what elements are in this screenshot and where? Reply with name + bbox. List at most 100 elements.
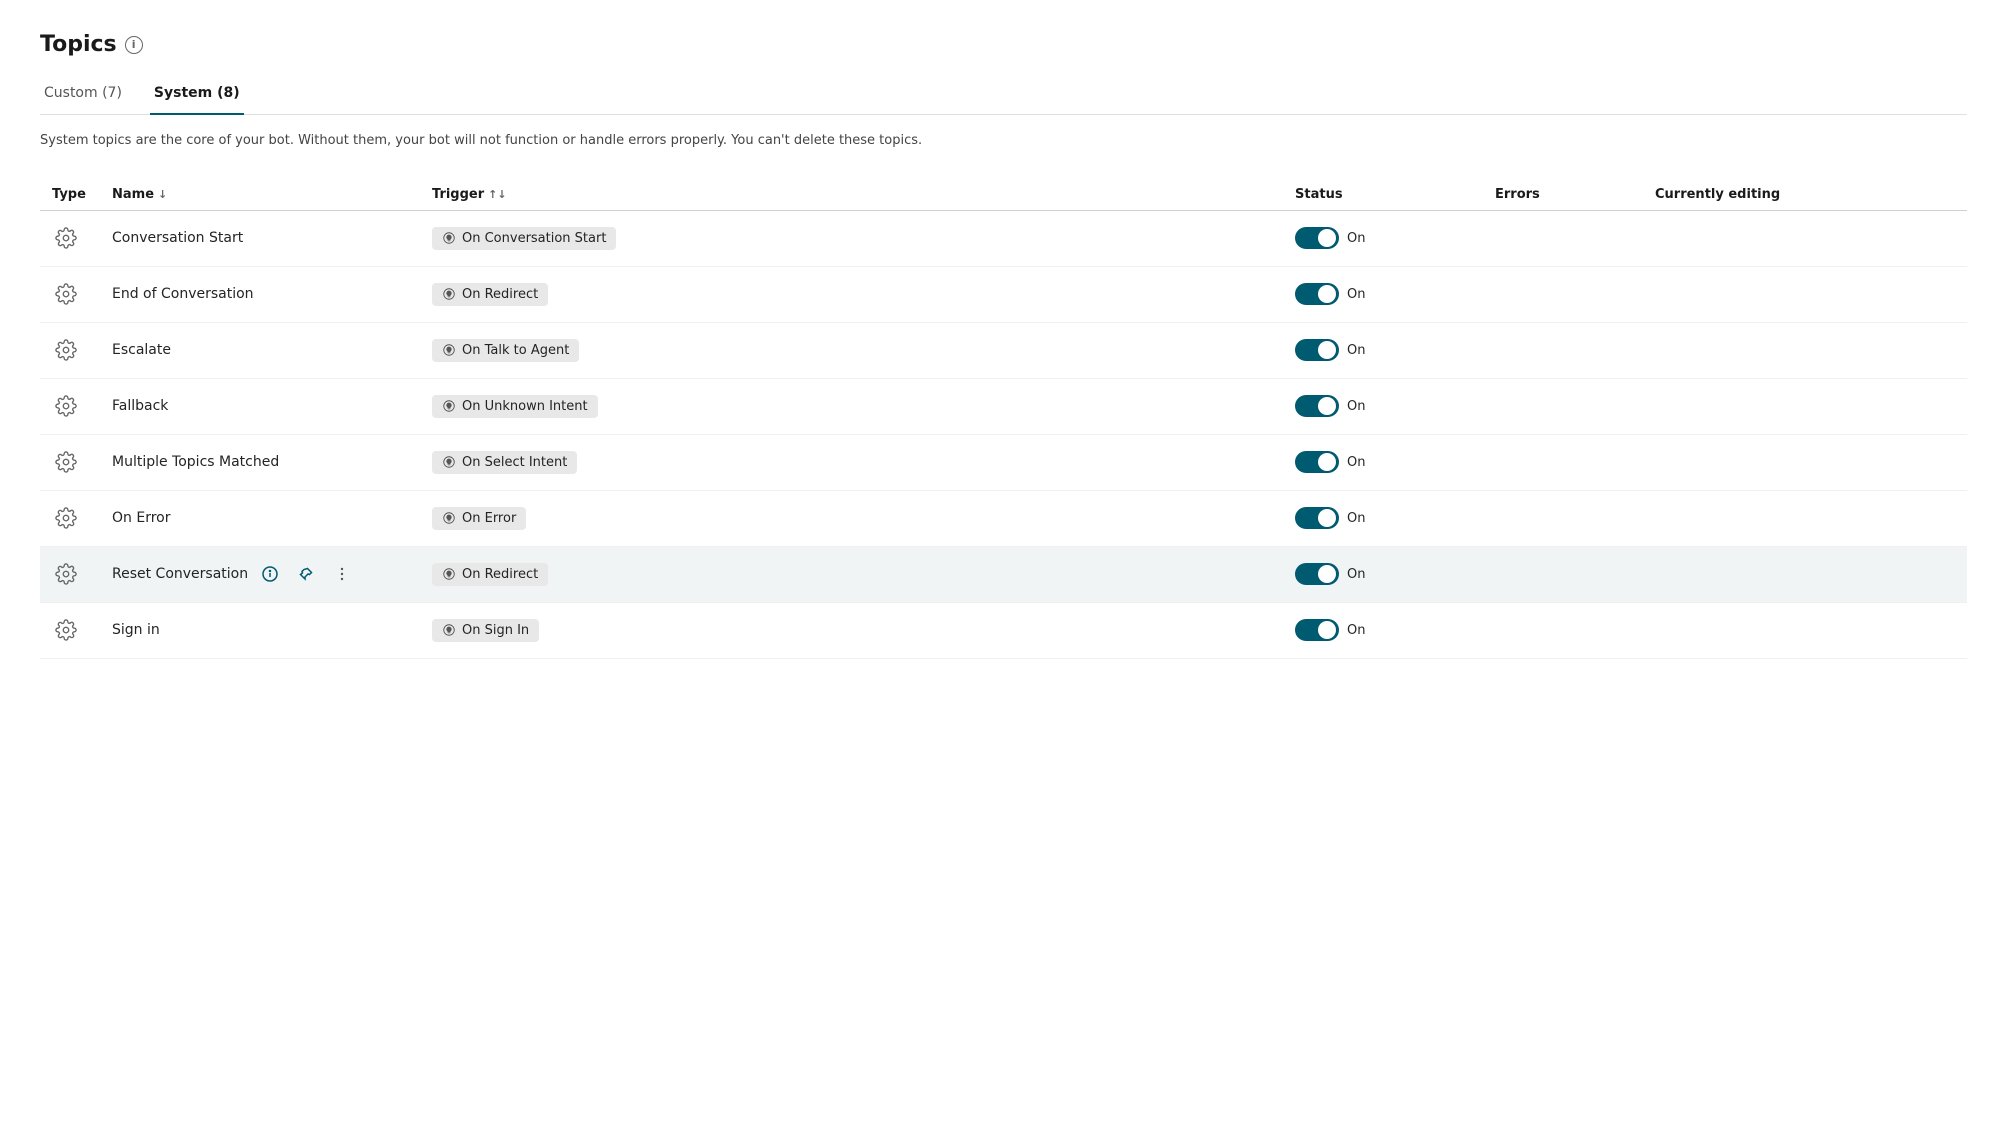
table-row[interactable]: Escalate On Talk to Agent On xyxy=(40,323,1967,379)
col-header-name[interactable]: Name ↓ xyxy=(112,187,432,202)
page-title: Topics i xyxy=(40,32,1967,57)
topics-table: Type Name ↓ Trigger ↑↓ Status Errors Cur… xyxy=(40,179,1967,659)
trigger-badge: On Talk to Agent xyxy=(432,339,579,362)
status-toggle[interactable] xyxy=(1295,395,1339,417)
trigger-label: On Sign In xyxy=(462,623,529,638)
row-status: On xyxy=(1295,451,1495,473)
col-header-trigger[interactable]: Trigger ↑↓ xyxy=(432,187,1295,202)
status-label: On xyxy=(1347,567,1365,582)
page-info-icon[interactable]: i xyxy=(125,36,143,54)
trigger-badge: On Conversation Start xyxy=(432,227,616,250)
status-toggle[interactable] xyxy=(1295,283,1339,305)
table-row[interactable]: Reset Conversation xyxy=(40,547,1967,603)
row-status: On xyxy=(1295,395,1495,417)
trigger-badge: On Redirect xyxy=(432,563,548,586)
trigger-label: On Select Intent xyxy=(462,455,567,470)
trigger-icon xyxy=(442,399,456,413)
row-trigger: On Redirect xyxy=(432,563,1295,586)
row-name: On Error xyxy=(112,510,432,526)
row-type-icon xyxy=(52,616,80,644)
status-toggle[interactable] xyxy=(1295,563,1339,585)
row-name-text: Reset Conversation xyxy=(112,566,248,582)
row-trigger: On Redirect xyxy=(432,283,1295,306)
table-row[interactable]: Multiple Topics Matched On Select Intent… xyxy=(40,435,1967,491)
row-trigger: On Sign In xyxy=(432,619,1295,642)
col-header-status: Status xyxy=(1295,187,1495,202)
row-status: On xyxy=(1295,227,1495,249)
page-title-text: Topics xyxy=(40,32,117,57)
trigger-badge: On Redirect xyxy=(432,283,548,306)
status-label: On xyxy=(1347,623,1365,638)
row-type-icon xyxy=(52,448,80,476)
row-name-text: On Error xyxy=(112,510,170,526)
trigger-label: On Unknown Intent xyxy=(462,399,588,414)
row-type-icon xyxy=(52,560,80,588)
status-toggle[interactable] xyxy=(1295,451,1339,473)
trigger-label: On Talk to Agent xyxy=(462,343,569,358)
row-trigger: On Conversation Start xyxy=(432,227,1295,250)
row-name-text: End of Conversation xyxy=(112,286,254,302)
col-header-type: Type xyxy=(52,187,112,202)
trigger-label: On Redirect xyxy=(462,567,538,582)
tab-custom[interactable]: Custom (7) xyxy=(40,77,126,115)
tab-system[interactable]: System (8) xyxy=(150,77,244,115)
row-pin-button[interactable] xyxy=(292,560,320,588)
trigger-label: On Redirect xyxy=(462,287,538,302)
row-name-text: Sign in xyxy=(112,622,160,638)
trigger-icon xyxy=(442,455,456,469)
trigger-sort-icon: ↑↓ xyxy=(488,188,506,201)
trigger-label: On Conversation Start xyxy=(462,231,606,246)
row-type-icon xyxy=(52,280,80,308)
status-label: On xyxy=(1347,287,1365,302)
row-status: On xyxy=(1295,619,1495,641)
status-toggle[interactable] xyxy=(1295,507,1339,529)
row-type-icon xyxy=(52,504,80,532)
status-toggle[interactable] xyxy=(1295,339,1339,361)
col-header-editing: Currently editing xyxy=(1655,187,1955,202)
row-status: On xyxy=(1295,563,1495,585)
row-trigger: On Error xyxy=(432,507,1295,530)
row-trigger: On Talk to Agent xyxy=(432,339,1295,362)
status-toggle[interactable] xyxy=(1295,227,1339,249)
row-type-icon xyxy=(52,392,80,420)
trigger-icon xyxy=(442,511,456,525)
table-row[interactable]: End of Conversation On Redirect On xyxy=(40,267,1967,323)
row-name: End of Conversation xyxy=(112,286,432,302)
row-name: Multiple Topics Matched xyxy=(112,454,432,470)
row-name-text: Multiple Topics Matched xyxy=(112,454,279,470)
col-header-errors: Errors xyxy=(1495,187,1655,202)
trigger-icon xyxy=(442,567,456,581)
row-name: Sign in xyxy=(112,622,432,638)
row-name: Conversation Start xyxy=(112,230,432,246)
table-row[interactable]: Sign in On Sign In On xyxy=(40,603,1967,659)
row-more-button[interactable] xyxy=(328,560,356,588)
page-description: System topics are the core of your bot. … xyxy=(40,131,1967,151)
status-label: On xyxy=(1347,399,1365,414)
status-label: On xyxy=(1347,511,1365,526)
row-actions xyxy=(256,560,356,588)
status-label: On xyxy=(1347,231,1365,246)
tabs-container: Custom (7) System (8) xyxy=(40,77,1967,115)
trigger-badge: On Sign In xyxy=(432,619,539,642)
table-row[interactable]: On Error On Error On xyxy=(40,491,1967,547)
row-name-text: Escalate xyxy=(112,342,171,358)
trigger-icon xyxy=(442,343,456,357)
row-status: On xyxy=(1295,507,1495,529)
row-status: On xyxy=(1295,283,1495,305)
row-trigger: On Unknown Intent xyxy=(432,395,1295,418)
table-body: Conversation Start On Conversation Start… xyxy=(40,211,1967,659)
trigger-badge: On Select Intent xyxy=(432,451,577,474)
trigger-badge: On Error xyxy=(432,507,526,530)
status-label: On xyxy=(1347,455,1365,470)
row-type-icon xyxy=(52,224,80,252)
page-container: Topics i Custom (7) System (8) System to… xyxy=(0,0,2007,691)
trigger-label: On Error xyxy=(462,511,516,526)
status-toggle[interactable] xyxy=(1295,619,1339,641)
trigger-badge: On Unknown Intent xyxy=(432,395,598,418)
row-name: Fallback xyxy=(112,398,432,414)
row-info-button[interactable] xyxy=(256,560,284,588)
name-sort-icon: ↓ xyxy=(158,188,167,201)
row-name: Escalate xyxy=(112,342,432,358)
table-row[interactable]: Fallback On Unknown Intent On xyxy=(40,379,1967,435)
table-row[interactable]: Conversation Start On Conversation Start… xyxy=(40,211,1967,267)
